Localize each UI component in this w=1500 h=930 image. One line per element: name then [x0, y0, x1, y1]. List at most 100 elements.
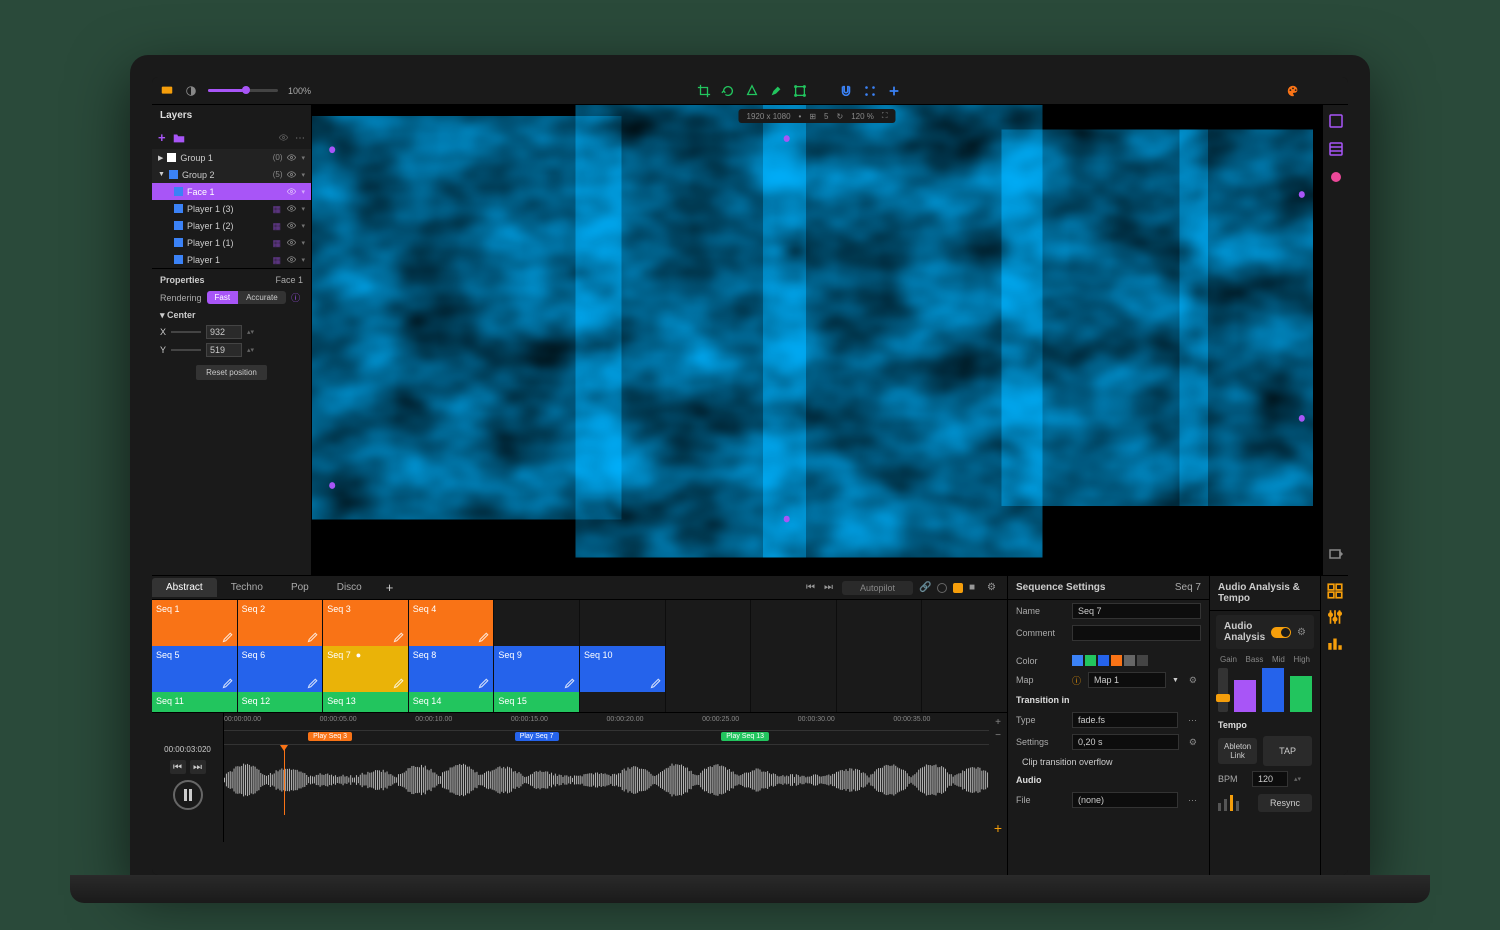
guides-icon[interactable]: ⊞ [809, 112, 816, 121]
sequence-cell-empty[interactable] [922, 692, 1007, 712]
add-tab-button[interactable]: + [376, 576, 404, 599]
magnet-tool-icon[interactable] [839, 84, 853, 98]
mixer-mode-icon[interactable] [1326, 608, 1344, 626]
layer-row[interactable]: Face 1▾ [152, 183, 311, 200]
add-layer-icon[interactable]: + [158, 130, 166, 145]
file-browse-icon[interactable]: ⋯ [1184, 795, 1201, 806]
sequence-cell-empty[interactable] [666, 692, 751, 712]
panel-toggle-icon[interactable] [1328, 113, 1344, 129]
tab-abstract[interactable]: Abstract [152, 578, 217, 597]
stop-icon[interactable]: ■ [969, 582, 981, 594]
sequence-cell[interactable]: Seq 1 [152, 600, 237, 646]
rotate-tool-icon[interactable] [721, 84, 735, 98]
audio-analysis-toggle[interactable] [1271, 627, 1291, 638]
prev-seq-icon[interactable]: ⏮ [806, 582, 818, 594]
type-more-icon[interactable]: ⋯ [1184, 715, 1201, 726]
refresh-icon[interactable]: ↻ [837, 112, 844, 121]
layer-row[interactable]: ▼Group 2(5)▾ [152, 166, 311, 183]
sequence-cell[interactable]: Seq 3 [323, 600, 408, 646]
record-off-icon[interactable] [937, 583, 947, 593]
map-settings-icon[interactable]: ⚙ [1185, 675, 1201, 686]
seq-settings-icon[interactable]: ⚙ [987, 582, 999, 594]
sequence-cell[interactable]: Seq 8 [409, 646, 494, 692]
sequence-cell-empty[interactable] [494, 600, 579, 646]
ableton-link-button[interactable]: Ableton Link [1218, 738, 1257, 764]
grid-mode-icon[interactable] [1326, 582, 1344, 600]
record-on-icon[interactable] [953, 583, 963, 593]
waveform[interactable] [224, 745, 989, 815]
sequence-cell[interactable]: Seq 13 [323, 692, 408, 712]
sequence-cell[interactable]: Seq 9 [494, 646, 579, 692]
sequence-cell-empty[interactable] [922, 646, 1007, 692]
viewport-canvas[interactable] [312, 105, 1322, 575]
palette-icon[interactable] [1286, 84, 1300, 98]
sequence-cell-empty[interactable] [751, 692, 836, 712]
color-swatch[interactable] [1137, 655, 1148, 666]
sequence-cell-empty[interactable] [837, 646, 922, 692]
timeline-markers[interactable]: Play Seq 3Play Seq 7Play Seq 13 [224, 731, 989, 745]
sequence-cell[interactable]: Seq 5 [152, 646, 237, 692]
timeline-ruler[interactable]: 00:00:00.0000:00:05.0000:00:10.0000:00:1… [224, 713, 989, 731]
sequence-cell[interactable]: Seq 6 [238, 646, 323, 692]
timeline-marker[interactable]: Play Seq 7 [515, 732, 559, 741]
visibility-icon[interactable] [278, 132, 289, 143]
layer-row[interactable]: Player 1 (1)▦▾ [152, 234, 311, 251]
audio-file[interactable]: (none) [1072, 792, 1178, 808]
reset-position-button[interactable]: Reset position [196, 365, 267, 380]
pen-tool-icon[interactable] [769, 84, 783, 98]
transition-type[interactable]: fade.fs [1072, 712, 1178, 728]
sequence-cell[interactable]: Seq 15 [494, 692, 579, 712]
zoom-out-icon[interactable]: − [995, 730, 1001, 741]
tap-button[interactable]: TAP [1263, 736, 1312, 766]
color-swatch[interactable] [1124, 655, 1135, 666]
bpm-input[interactable] [1252, 771, 1288, 787]
sequence-cell[interactable]: Seq 7 ● [323, 646, 408, 692]
sequence-cell[interactable]: Seq 4 [409, 600, 494, 646]
layers-toggle-icon[interactable] [1328, 141, 1344, 157]
add-tool-icon[interactable] [887, 84, 901, 98]
x-input[interactable] [206, 325, 242, 339]
rendering-toggle[interactable]: Fast Accurate [207, 291, 286, 304]
sequence-cell-empty[interactable] [922, 600, 1007, 646]
layer-folder-icon[interactable] [172, 131, 186, 145]
color-swatch[interactable] [1098, 655, 1109, 666]
bounds-tool-icon[interactable] [793, 84, 807, 98]
timeline-marker[interactable]: Play Seq 13 [721, 732, 769, 741]
layer-row[interactable]: Player 1 (3)▦▾ [152, 200, 311, 217]
sequence-cell-empty[interactable] [666, 600, 751, 646]
sequence-cell[interactable]: Seq 2 [238, 600, 323, 646]
autopilot-button[interactable]: Autopilot [842, 581, 913, 595]
playhead[interactable] [284, 745, 285, 815]
sequence-cell-empty[interactable] [751, 600, 836, 646]
contrast-icon[interactable] [184, 84, 198, 98]
sequence-cell-empty[interactable] [751, 646, 836, 692]
transition-duration[interactable]: 0,20 s [1072, 734, 1179, 750]
sequence-cell-empty[interactable] [580, 692, 665, 712]
fit-icon[interactable]: ⛶ [882, 111, 888, 121]
timeline-end-icon[interactable]: ⏭ [190, 760, 206, 774]
sequence-cell-empty[interactable] [837, 600, 922, 646]
warp-tool-icon[interactable] [745, 84, 759, 98]
duration-settings-icon[interactable]: ⚙ [1185, 737, 1201, 748]
tab-pop[interactable]: Pop [277, 578, 323, 597]
sequence-cell-empty[interactable] [580, 600, 665, 646]
effects-toggle-icon[interactable] [1328, 169, 1344, 185]
tab-disco[interactable]: Disco [323, 578, 376, 597]
resync-button[interactable]: Resync [1258, 794, 1312, 812]
color-swatch[interactable] [1111, 655, 1122, 666]
pause-button[interactable] [173, 780, 203, 810]
next-seq-icon[interactable]: ⏭ [824, 582, 836, 594]
tab-techno[interactable]: Techno [217, 578, 277, 597]
output-icon[interactable] [1328, 547, 1344, 563]
link-icon[interactable]: 🔗 [919, 582, 931, 594]
map-select[interactable]: Map 1 [1088, 672, 1166, 688]
audio-settings-icon[interactable]: ⚙ [1297, 627, 1306, 638]
y-input[interactable] [206, 343, 242, 357]
seq-name-input[interactable] [1072, 603, 1201, 619]
timeline-start-icon[interactable]: ⏮ [170, 760, 186, 774]
info-icon[interactable]: ⓘ [291, 293, 301, 303]
layer-row[interactable]: ▶Group 1(0)▾ [152, 149, 311, 166]
add-track-icon[interactable]: + [994, 820, 1002, 836]
color-swatch[interactable] [1085, 655, 1096, 666]
sequence-cell[interactable]: Seq 12 [238, 692, 323, 712]
